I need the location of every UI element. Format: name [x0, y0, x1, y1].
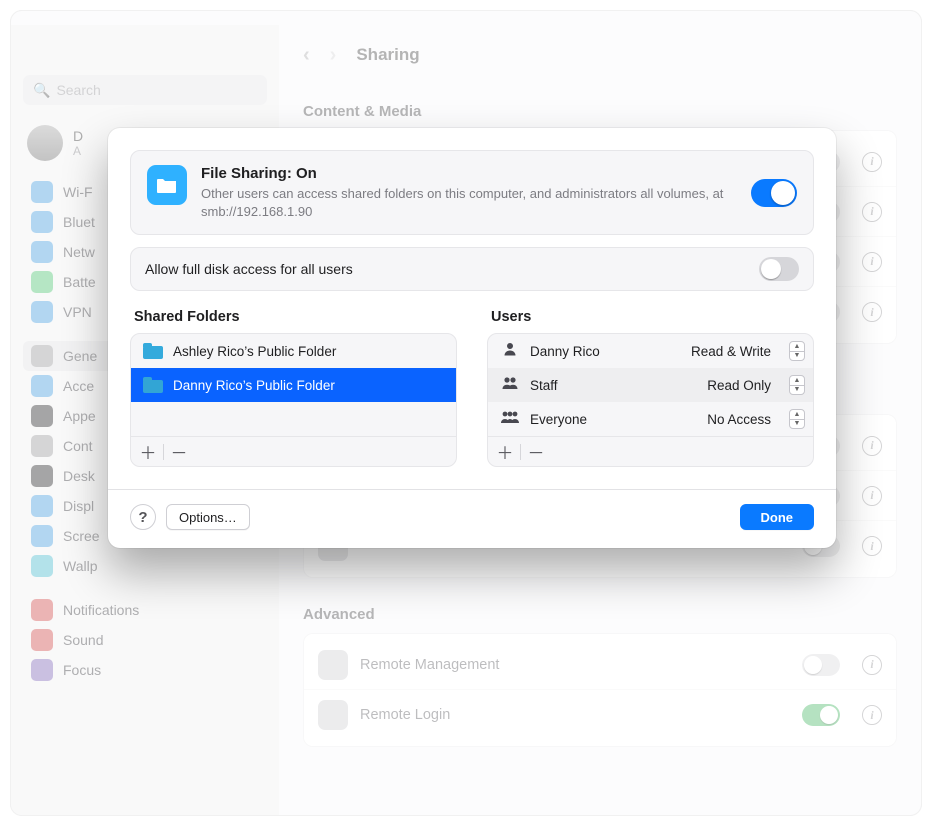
user-name: Everyone [530, 412, 587, 427]
user-row[interactable]: Danny Rico Read & Write ▲▼ [488, 334, 813, 368]
permission-stepper[interactable]: ▲▼ [789, 409, 805, 429]
person-icon [500, 342, 520, 360]
add-user-button[interactable]: ＋ [490, 437, 520, 467]
remove-user-button[interactable]: － [521, 437, 551, 467]
file-sharing-icon [147, 165, 187, 205]
full-disk-access-label: Allow full disk access for all users [145, 261, 353, 277]
user-name: Staff [530, 378, 558, 393]
shared-folder-item[interactable]: Ashley Rico’s Public Folder [131, 334, 456, 368]
full-disk-access-row: Allow full disk access for all users [130, 247, 814, 291]
file-sharing-header-card: File Sharing: On Other users can access … [130, 150, 814, 235]
permission-label: Read & Write [691, 344, 771, 359]
user-row[interactable]: Everyone No Access ▲▼ [488, 402, 813, 436]
done-button[interactable]: Done [740, 504, 815, 530]
file-sharing-subtitle: Other users can access shared folders on… [201, 185, 737, 220]
permission-stepper[interactable]: ▲▼ [789, 375, 805, 395]
help-button[interactable]: ? [130, 504, 156, 530]
remove-folder-button[interactable]: － [164, 437, 194, 467]
shared-folder-label: Ashley Rico’s Public Folder [173, 344, 336, 359]
users-heading: Users [491, 309, 814, 325]
folder-icon [143, 377, 163, 393]
permission-label: Read Only [707, 378, 771, 393]
users-list: Danny Rico Read & Write ▲▼ Staff Read Only ▲▼… [487, 333, 814, 467]
user-name: Danny Rico [530, 344, 600, 359]
shared-folder-item[interactable]: Danny Rico’s Public Folder [131, 368, 456, 402]
file-sharing-toggle[interactable] [751, 179, 797, 207]
options-button[interactable]: Options… [166, 504, 250, 530]
permission-label: No Access [707, 412, 771, 427]
full-disk-access-toggle[interactable] [759, 257, 799, 281]
add-folder-button[interactable]: ＋ [133, 437, 163, 467]
shared-folder-label: Danny Rico’s Public Folder [173, 378, 335, 393]
permission-stepper[interactable]: ▲▼ [789, 341, 805, 361]
file-sharing-sheet: File Sharing: On Other users can access … [108, 128, 836, 548]
shared-folders-list: Ashley Rico’s Public Folder Danny Rico’s … [130, 333, 457, 467]
user-row[interactable]: Staff Read Only ▲▼ [488, 368, 813, 402]
shared-folders-heading: Shared Folders [134, 309, 457, 325]
folder-icon [143, 343, 163, 359]
group-icon [500, 410, 520, 428]
file-sharing-title: File Sharing: On [201, 165, 737, 182]
group-icon [500, 376, 520, 394]
